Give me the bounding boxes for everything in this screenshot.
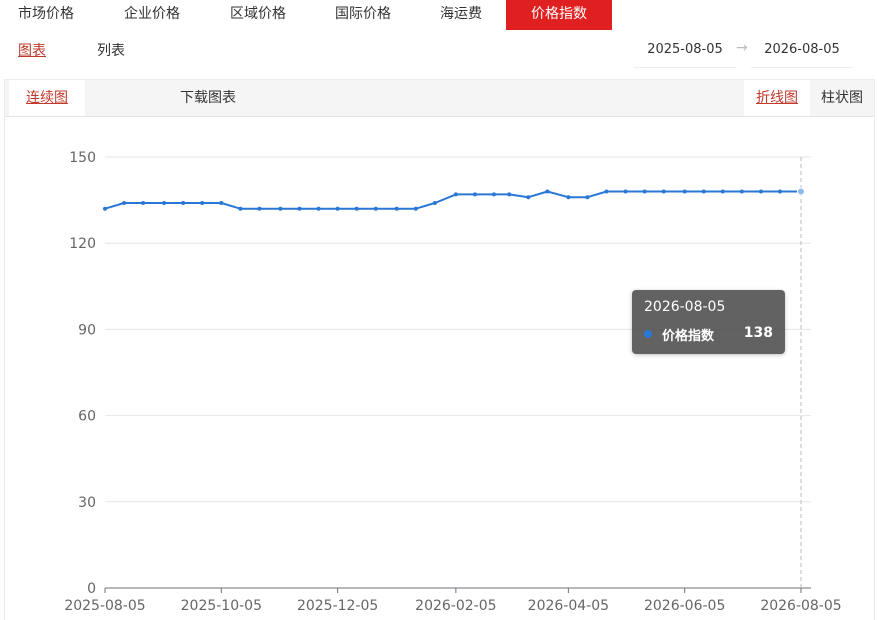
series-point: [335, 206, 340, 211]
series-point: [778, 189, 783, 194]
series-point: [739, 189, 744, 194]
x-tick-label: 2025-12-05: [297, 598, 378, 614]
series-point: [200, 200, 205, 205]
series-marker-icon: [644, 330, 652, 338]
x-tick-label: 2026-04-05: [528, 598, 609, 614]
series-point: [797, 187, 805, 196]
series-point: [257, 206, 262, 211]
series-line: [104, 190, 801, 210]
series-point: [661, 189, 666, 194]
series-point: [141, 200, 146, 205]
series-point: [354, 206, 359, 211]
x-tick-label: 2026-06-05: [644, 598, 725, 614]
series-point: [413, 206, 418, 211]
series-point: [103, 206, 107, 211]
x-tick-label: 2025-08-05: [64, 598, 145, 614]
y-tick-label: 150: [69, 150, 96, 166]
series-point: [432, 200, 437, 205]
series-point: [453, 192, 458, 197]
tooltip-date: 2026-08-05: [644, 299, 726, 315]
y-tick-label: 0: [87, 581, 96, 597]
series-point: [507, 192, 512, 197]
y-tick-label: 120: [69, 236, 96, 252]
series-point: [316, 206, 321, 211]
series-point: [219, 200, 224, 205]
series-point: [278, 206, 283, 211]
series-point: [122, 200, 127, 205]
x-tick-label: 2026-08-05: [760, 598, 841, 614]
tooltip-series-name: 价格指数: [662, 329, 715, 344]
series-point: [373, 206, 378, 211]
series-point: [545, 189, 550, 194]
series-point: [472, 192, 477, 197]
y-tick-label: 90: [78, 322, 96, 338]
series-point: [682, 189, 687, 194]
series-point: [181, 200, 186, 205]
series-point: [758, 189, 763, 194]
series-point: [604, 189, 609, 194]
series-point: [238, 206, 243, 211]
series-point: [566, 195, 571, 200]
series-point: [642, 189, 647, 194]
x-tick-label: 2025-10-05: [181, 598, 262, 614]
tooltip-value: 138: [743, 325, 773, 341]
y-tick-label: 30: [78, 495, 96, 511]
chart-tooltip: 2026-08-05 价格指数 138: [632, 290, 785, 354]
series-point: [701, 189, 706, 194]
series-point: [162, 200, 167, 205]
series-point: [526, 195, 531, 200]
series-point: [623, 189, 628, 194]
x-tick-label: 2026-02-05: [415, 598, 496, 614]
series-point: [585, 195, 590, 200]
series-point: [394, 206, 399, 211]
series-point: [720, 189, 725, 194]
y-tick-label: 60: [78, 409, 96, 425]
series-point: [297, 206, 302, 211]
series-point: [491, 192, 496, 197]
